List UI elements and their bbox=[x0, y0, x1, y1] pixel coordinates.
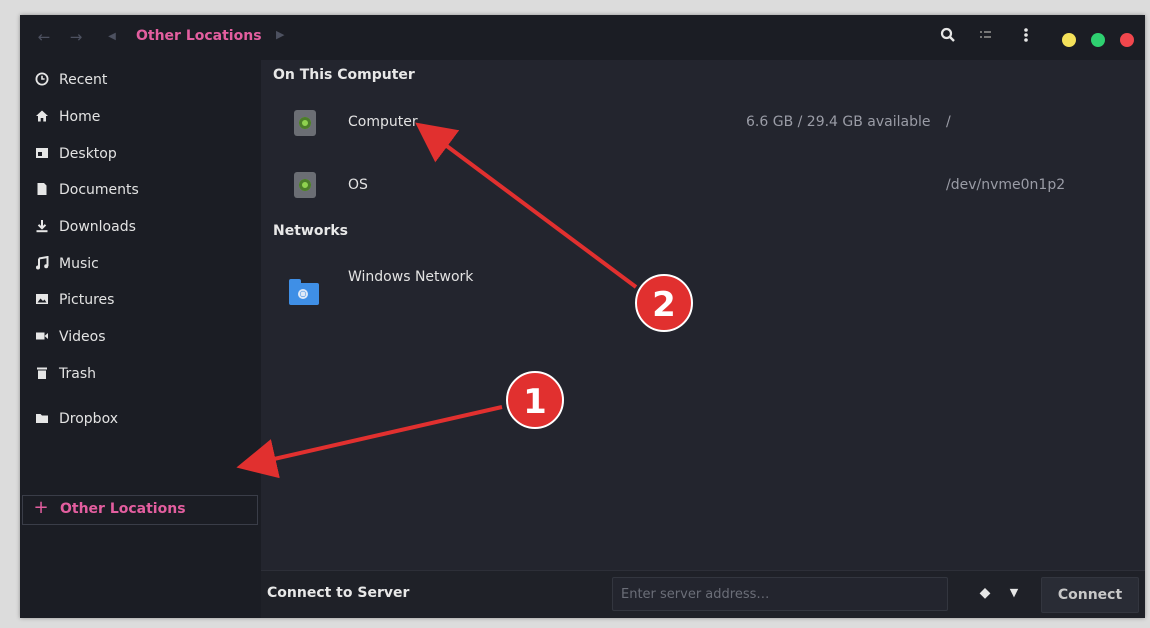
sidebar: Recent Home Desktop Documents Downloads bbox=[20, 60, 261, 618]
location-name: Windows Network bbox=[348, 269, 474, 285]
path-right-icon[interactable]: ▶ bbox=[276, 28, 284, 41]
sidebar-item-label: Recent bbox=[59, 72, 108, 88]
sidebar-item-label: Music bbox=[59, 256, 99, 272]
sidebar-item-label: Other Locations bbox=[60, 501, 186, 517]
connect-button[interactable]: Connect bbox=[1041, 577, 1139, 613]
maximize-button[interactable] bbox=[1091, 33, 1105, 47]
trash-icon bbox=[34, 366, 50, 382]
location-path: / bbox=[946, 114, 951, 130]
chevron-down-icon[interactable]: ▼ bbox=[1006, 585, 1022, 601]
sidebar-item-other-locations[interactable]: + Other Locations bbox=[22, 495, 258, 525]
sidebar-item-pictures[interactable]: Pictures bbox=[20, 286, 261, 316]
connect-to-server-label: Connect to Server bbox=[267, 585, 410, 601]
sidebar-item-trash[interactable]: Trash bbox=[20, 360, 261, 390]
sidebar-item-downloads[interactable]: Downloads bbox=[20, 213, 261, 243]
picture-icon bbox=[34, 292, 50, 308]
sidebar-item-label: Pictures bbox=[59, 292, 115, 308]
sidebar-item-label: Home bbox=[59, 109, 101, 125]
back-icon[interactable]: ← bbox=[34, 27, 54, 47]
location-path: /dev/nvme0n1p2 bbox=[946, 177, 1066, 193]
drive-icon bbox=[294, 172, 316, 198]
section-title-on-this-computer: On This Computer bbox=[273, 67, 415, 83]
sidebar-item-label: Documents bbox=[59, 182, 139, 198]
section-title-networks: Networks bbox=[273, 223, 349, 239]
sidebar-item-documents[interactable]: Documents bbox=[20, 176, 261, 206]
sidebar-item-label: Downloads bbox=[59, 219, 136, 235]
sidebar-item-label: Dropbox bbox=[59, 411, 118, 427]
sidebar-item-label: Desktop bbox=[59, 146, 117, 162]
menu-icon[interactable] bbox=[1016, 27, 1036, 47]
close-button[interactable] bbox=[1120, 33, 1134, 47]
location-name: OS bbox=[348, 177, 368, 193]
location-name: Computer bbox=[348, 114, 418, 130]
plus-icon: + bbox=[33, 497, 49, 518]
breadcrumb-other-locations[interactable]: Other Locations bbox=[136, 28, 262, 44]
location-usage: 6.6 GB / 29.4 GB available bbox=[746, 114, 931, 130]
server-address-input[interactable] bbox=[612, 577, 948, 611]
sidebar-item-label: Trash bbox=[59, 366, 96, 382]
forward-icon[interactable]: → bbox=[66, 27, 86, 47]
search-icon[interactable] bbox=[938, 27, 958, 47]
connect-to-server-bar: Connect to Server ◆ ▼ Connect bbox=[261, 570, 1145, 618]
video-icon bbox=[34, 329, 50, 345]
sidebar-item-home[interactable]: Home bbox=[20, 103, 261, 133]
sidebar-item-music[interactable]: Music bbox=[20, 250, 261, 280]
minimize-button[interactable] bbox=[1062, 33, 1076, 47]
folder-icon bbox=[34, 411, 50, 427]
network-folder-icon: ○ bbox=[289, 279, 319, 305]
clock-icon bbox=[34, 72, 50, 88]
sidebar-item-dropbox[interactable]: Dropbox bbox=[20, 405, 261, 435]
bookmark-diamond-icon[interactable]: ◆ bbox=[977, 585, 993, 601]
file-manager-window: ← → ◀ Other Locations ▶ Recent Home Desk… bbox=[20, 15, 1145, 618]
music-icon bbox=[34, 255, 50, 272]
home-icon bbox=[34, 109, 50, 125]
locations-view: On This Computer Computer 6.6 GB / 29.4 … bbox=[261, 60, 1145, 570]
titlebar: ← → ◀ Other Locations ▶ bbox=[20, 15, 1145, 60]
download-icon bbox=[34, 219, 50, 235]
path-left-icon[interactable]: ◀ bbox=[102, 27, 122, 47]
sidebar-item-desktop[interactable]: Desktop bbox=[20, 140, 261, 170]
drive-icon bbox=[294, 110, 316, 136]
sidebar-item-recent[interactable]: Recent bbox=[20, 66, 261, 96]
sidebar-item-videos[interactable]: Videos bbox=[20, 323, 261, 353]
sidebar-item-label: Videos bbox=[59, 329, 106, 345]
document-icon bbox=[34, 182, 50, 198]
view-list-icon[interactable] bbox=[976, 27, 996, 47]
desktop-icon bbox=[34, 146, 50, 162]
